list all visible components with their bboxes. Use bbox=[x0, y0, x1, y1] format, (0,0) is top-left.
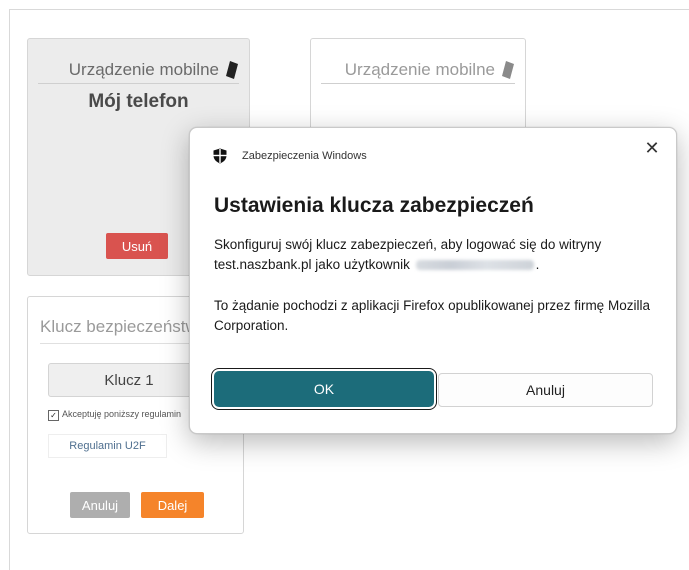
dialog-body-text: Skonfiguruj swój klucz zabezpieczeń, aby… bbox=[214, 237, 602, 272]
card-header-label: Urządzenie mobilne bbox=[344, 60, 495, 79]
dialog-body: Skonfiguruj swój klucz zabezpieczeń, aby… bbox=[214, 235, 659, 275]
card-header: Urządzenie mobilne bbox=[321, 57, 515, 84]
redacted-username bbox=[415, 260, 534, 271]
device-name: Mój telefon bbox=[88, 91, 189, 112]
remove-button[interactable]: Usuń bbox=[106, 233, 168, 259]
dialog-cancel-button[interactable]: Anuluj bbox=[438, 373, 653, 407]
terms-checkbox-label: Akceptuję poniższy regulamin bbox=[62, 409, 182, 419]
card-header-label: Urządzenie mobilne bbox=[68, 60, 219, 79]
close-icon[interactable]: ✕ bbox=[642, 138, 662, 158]
dialog-origin-text: To żądanie pochodzi z aplikacji Firefox … bbox=[214, 298, 650, 333]
terms-link[interactable]: Regulamin U2F bbox=[48, 434, 167, 458]
key-name-field[interactable]: Klucz 1 bbox=[48, 363, 210, 397]
next-button[interactable]: Dalej bbox=[141, 492, 204, 518]
phone-icon bbox=[502, 61, 514, 79]
dialog-body-end: . bbox=[535, 257, 540, 272]
card-header: Urządzenie mobilne bbox=[38, 57, 239, 84]
shield-icon bbox=[213, 148, 227, 164]
phone-icon bbox=[226, 61, 238, 79]
cancel-button[interactable]: Anuluj bbox=[70, 492, 130, 518]
ok-button[interactable]: OK bbox=[215, 372, 433, 406]
terms-checkbox[interactable]: ✓ bbox=[48, 410, 59, 421]
dialog-app-header: Zabezpieczenia Windows bbox=[212, 148, 367, 164]
windows-security-dialog: Zabezpieczenia Windows ✕ Ustawienia kluc… bbox=[189, 127, 677, 434]
dialog-app-name: Zabezpieczenia Windows bbox=[242, 150, 367, 162]
dialog-title: Ustawienia klucza zabezpieczeń bbox=[214, 194, 534, 217]
terms-checkbox-row[interactable]: ✓ Akceptuję poniższy regulamin bbox=[48, 409, 188, 421]
